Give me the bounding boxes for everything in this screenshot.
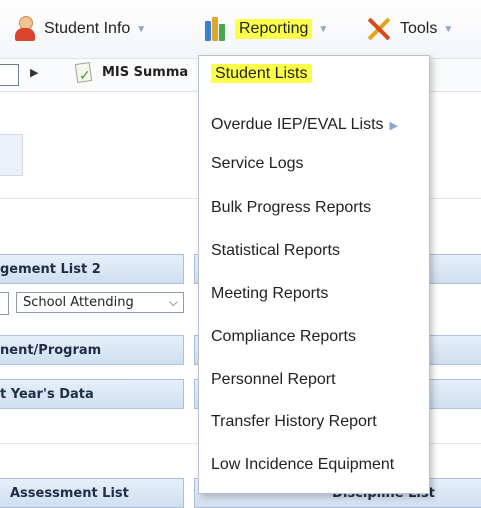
assessment-list-header[interactable]: Assessment List [0,478,184,508]
tools-icon [366,16,392,42]
school-attending-value: School Attending [23,295,134,310]
menu-item-label: Meeting Reports [211,285,329,302]
menu-item-label: Student Lists [211,64,312,83]
menu-item-label: Personnel Report [211,371,336,388]
management-list-header[interactable]: gement List 2 [0,254,184,284]
menu-item-personnel-report[interactable]: Personnel Report [211,371,336,389]
chevron-down-icon: ⌵ [168,295,178,309]
menu-item-label: Transfer History Report [211,413,377,430]
play-arrow-icon[interactable]: ▶ [30,66,38,79]
menu-item-label: Overdue IEP/EVAL Lists [211,116,384,133]
prior-year-header[interactable]: t Year's Data [0,379,184,409]
menu-item-label: Statistical Reports [211,242,340,259]
checklist-document-icon[interactable]: ✓ [74,62,93,84]
menu-item-meeting-reports[interactable]: Meeting Reports [211,285,328,303]
menu-item-statistical-reports[interactable]: Statistical Reports [211,242,340,260]
menu-item-label: Low Incidence Equipment [211,456,395,473]
nav-tools[interactable]: Tools ▼ [366,12,453,46]
chevron-right-icon: ▶ [389,120,398,132]
nav-student-info-label: Student Info [44,20,131,37]
nav-student-info[interactable]: Student Info ▼ [14,12,146,46]
menu-item-student-lists[interactable]: Student Lists [211,64,312,83]
books-icon [205,17,227,41]
left-input[interactable] [0,292,9,315]
menu-item-low-incidence-equipment[interactable]: Low Incidence Equipment [211,456,394,474]
assessment-list-label: Assessment List [10,485,129,501]
page-input[interactable] [0,64,19,86]
chevron-down-icon: ▼ [136,23,147,35]
menu-item-label: Bulk Progress Reports [211,199,372,216]
nav-reporting-label: Reporting [235,19,313,39]
nav-tools-label: Tools [400,20,438,37]
menu-item-service-logs[interactable]: Service Logs [211,155,304,173]
menu-item-label: Service Logs [211,155,304,172]
management-list-label: gement List 2 [0,261,101,277]
menu-item-transfer-history-report[interactable]: Transfer History Report [211,413,377,431]
nav-reporting[interactable]: Reporting ▼ [205,12,328,46]
top-navigation-bar: Student Info ▼ Reporting ▼ Tools ▼ [0,0,481,58]
placement-program-label: nent/Program [0,342,102,358]
chevron-down-icon: ▼ [443,23,454,35]
menu-item-label: Compliance Reports [211,328,356,345]
panel-tab [0,134,23,176]
menu-item-overdue-iep-eval-lists[interactable]: Overdue IEP/EVAL Lists ▶ [211,116,398,134]
school-attending-select[interactable]: School Attending ⌵ [16,292,184,313]
placement-program-header[interactable]: nent/Program [0,335,184,365]
reporting-dropdown-menu: Student Lists Overdue IEP/EVAL Lists ▶ Se… [198,55,430,494]
prior-year-label: t Year's Data [0,386,94,402]
chevron-down-icon: ▼ [318,23,329,35]
student-icon [14,16,36,42]
menu-item-bulk-progress-reports[interactable]: Bulk Progress Reports [211,199,371,217]
mis-summary-link[interactable]: MIS Summa [102,65,198,80]
menu-item-compliance-reports[interactable]: Compliance Reports [211,328,356,346]
